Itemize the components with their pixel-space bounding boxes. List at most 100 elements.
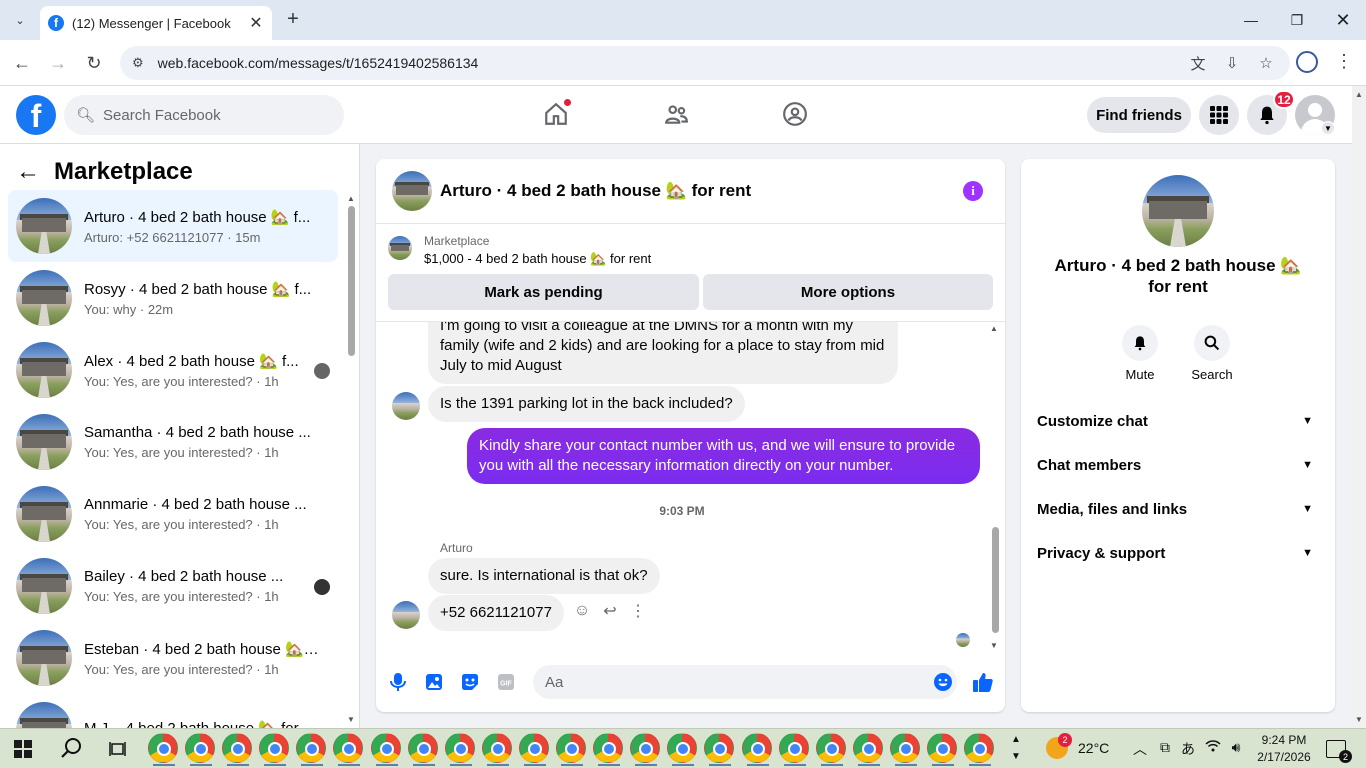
conversation-item[interactable]: Annmarie · 4 bed 2 bath house ... You: Ye… <box>8 478 338 550</box>
menu-grid-icon[interactable] <box>1199 95 1239 135</box>
address-bar[interactable]: ⚙ web.facebook.com/messages/t/1652419402… <box>120 46 1290 80</box>
incoming-message[interactable]: I'm going to visit a colleague at the DM… <box>428 322 898 384</box>
url-text[interactable]: web.facebook.com/messages/t/165241940258… <box>158 55 1188 71</box>
scroll-up-arrow-icon[interactable]: ▲ <box>347 194 355 203</box>
facebook-search[interactable]: 🔍︎ <box>64 95 344 135</box>
react-icon[interactable]: ☺ <box>572 601 592 621</box>
wifi-icon[interactable] <box>1203 739 1223 756</box>
tab-search-dropdown-icon[interactable]: ⌄ <box>8 8 32 32</box>
restore-icon[interactable]: ❐ <box>1274 0 1320 40</box>
info-icon[interactable]: i <box>963 181 983 201</box>
taskbar-search-icon[interactable] <box>60 737 82 765</box>
conversation-item[interactable]: Rosyy · 4 bed 2 bath house 🏡 f... You: wh… <box>8 262 338 334</box>
scrollbar-thumb[interactable] <box>348 206 355 356</box>
incoming-message[interactable]: sure. Is international is that ok? <box>428 558 660 594</box>
show-hidden-icons-chevron-up-icon[interactable]: ︿ <box>1130 739 1150 759</box>
scrollbar-thumb[interactable] <box>992 527 999 633</box>
listing-thumbnail[interactable] <box>388 236 412 260</box>
chat-avatar[interactable] <box>392 171 432 211</box>
account-chevron-down-icon[interactable]: ▼ <box>1321 121 1335 135</box>
conversation-item[interactable]: Samantha · 4 bed 2 bath house ... You: Ye… <box>8 406 338 478</box>
customize-chat-section[interactable]: Customize chat ▼ <box>1029 399 1327 443</box>
windows-start-icon[interactable] <box>14 740 32 758</box>
chrome-taskbar-icon[interactable] <box>444 733 475 766</box>
scroll-down-arrow-icon[interactable]: ▼ <box>347 715 355 724</box>
conversation-item[interactable]: Alex · 4 bed 2 bath house 🏡 f... You: Yes… <box>8 334 338 406</box>
scroll-down-arrow-icon[interactable]: ▼ <box>990 641 998 650</box>
chrome-taskbar-icon[interactable] <box>481 733 512 766</box>
browser-profile-icon[interactable] <box>1296 51 1318 73</box>
more-actions-icon[interactable]: ⋮ <box>628 601 648 621</box>
facebook-logo-icon[interactable]: f <box>16 95 56 135</box>
conversation-item[interactable]: M.J. · 4 bed 2 bath house 🏡 for ... <box>8 694 338 728</box>
scroll-down-arrow-icon[interactable]: ▼ <box>1355 715 1363 724</box>
window-close-icon[interactable]: ✕ <box>1320 0 1366 40</box>
page-scrollbar[interactable]: ▲ ▼ <box>1352 86 1366 728</box>
tab-close-icon[interactable]: ✕ <box>248 13 264 33</box>
notifications-bell-icon[interactable]: 12 <box>1247 90 1295 135</box>
home-icon[interactable] <box>540 98 572 130</box>
message-scrollbar[interactable]: ▲ ▼ <box>990 322 1000 652</box>
mark-as-pending-button[interactable]: Mark as pending <box>388 274 699 310</box>
chrome-taskbar-icon[interactable] <box>518 733 549 766</box>
outgoing-message[interactable]: Kindly share your contact number with us… <box>467 428 980 484</box>
taskbar-overflow-icon[interactable]: ▲ ▼ <box>1010 731 1022 765</box>
conversation-item[interactable]: Esteban · 4 bed 2 bath house 🏡 ... You: Y… <box>8 622 338 694</box>
browser-menu-icon[interactable]: ⋮ <box>1334 51 1354 72</box>
chrome-taskbar-icon[interactable] <box>333 733 364 766</box>
sticker-icon[interactable] <box>459 671 481 693</box>
chrome-taskbar-icon[interactable] <box>815 733 846 766</box>
chrome-taskbar-icon[interactable] <box>407 733 438 766</box>
chrome-taskbar-icon[interactable] <box>556 733 587 766</box>
listing-title[interactable]: $1,000 - 4 bed 2 bath house 🏡 for rent <box>424 251 651 267</box>
scroll-up-arrow-icon[interactable]: ▲ <box>1355 90 1363 99</box>
sender-avatar[interactable] <box>392 392 420 420</box>
site-info-icon[interactable]: ⚙ <box>132 55 144 71</box>
incoming-message[interactable]: Is the 1391 parking lot in the back incl… <box>428 386 745 422</box>
conversation-item[interactable]: Arturo · 4 bed 2 bath house 🏡 f... Arturo… <box>8 190 338 262</box>
reload-icon[interactable]: ↻ <box>82 51 106 75</box>
taskbar-clock[interactable]: 9:24 PM 2/17/2026 <box>1254 732 1314 766</box>
conversation-item[interactable]: Bailey · 4 bed 2 bath house ... You: Yes,… <box>8 550 338 622</box>
chrome-taskbar-icon[interactable] <box>296 733 327 766</box>
task-view-icon[interactable] <box>109 739 129 759</box>
bookmark-star-icon[interactable]: ☆ <box>1256 53 1276 73</box>
microphone-icon[interactable] <box>387 671 409 693</box>
browser-tab-messenger[interactable]: f (12) Messenger | Facebook ✕ <box>40 6 272 40</box>
back-arrow-icon[interactable]: ← <box>16 158 40 186</box>
message-input[interactable] <box>533 665 957 699</box>
conversation-list-scrollbar[interactable]: ▲ ▼ <box>346 194 356 724</box>
back-icon[interactable]: ← <box>10 51 34 75</box>
search-input[interactable] <box>103 106 324 124</box>
gif-icon[interactable]: GIF <box>495 671 517 693</box>
input-method-icon[interactable]: あ <box>1178 739 1198 759</box>
chat-members-section[interactable]: Chat members ▼ <box>1029 443 1327 487</box>
minimize-icon[interactable]: — <box>1228 0 1274 40</box>
chrome-taskbar-icon[interactable] <box>889 733 920 766</box>
emoji-icon[interactable] <box>932 671 954 693</box>
photo-icon[interactable] <box>423 671 445 693</box>
incoming-message[interactable]: +52 6621121077 <box>428 595 564 631</box>
reply-icon[interactable]: ↩ <box>600 601 620 621</box>
weather-widget[interactable]: 2 22°C <box>1046 733 1109 759</box>
chrome-taskbar-icon[interactable] <box>185 733 216 766</box>
chrome-taskbar-icon[interactable] <box>741 733 772 766</box>
chrome-taskbar-icon[interactable] <box>259 733 290 766</box>
chrome-taskbar-icon[interactable] <box>148 733 178 766</box>
chrome-taskbar-icon[interactable] <box>778 733 809 766</box>
find-friends-button[interactable]: Find friends <box>1087 97 1191 133</box>
meet-now-icon[interactable]: ⧉ <box>1155 739 1175 756</box>
groups-icon[interactable] <box>779 98 811 130</box>
more-options-button[interactable]: More options <box>703 274 993 310</box>
forward-icon[interactable]: → <box>46 51 70 75</box>
chrome-taskbar-icon[interactable] <box>593 733 624 766</box>
chrome-taskbar-icon[interactable] <box>964 733 995 766</box>
media-files-links-section[interactable]: Media, files and links ▼ <box>1029 487 1327 531</box>
new-tab-button[interactable]: + <box>282 8 304 30</box>
chrome-taskbar-icon[interactable] <box>926 733 957 766</box>
chat-profile-photo[interactable] <box>1142 175 1214 247</box>
sender-avatar[interactable] <box>392 601 420 629</box>
mute-action[interactable]: Mute <box>1110 325 1170 382</box>
friends-icon[interactable] <box>660 98 692 130</box>
translate-icon[interactable]: 文 <box>1188 53 1208 73</box>
